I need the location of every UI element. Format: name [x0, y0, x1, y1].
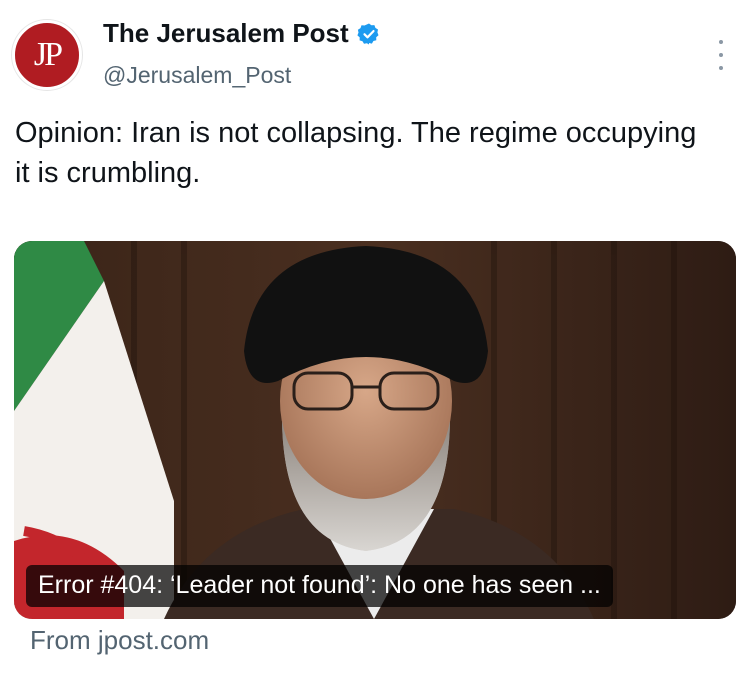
card-caption: Error #404: ‘Leader not found’: No one h…: [26, 565, 613, 607]
author-name[interactable]: The Jerusalem Post: [103, 18, 381, 49]
avatar[interactable]: JP: [12, 20, 82, 90]
avatar-initials: JP: [33, 36, 63, 73]
link-card[interactable]: Error #404: ‘Leader not found’: No one h…: [14, 241, 736, 619]
tweet: JP The Jerusalem Post @Jerusalem_Post Op…: [0, 0, 756, 677]
verified-badge-icon: [357, 23, 379, 44]
card-image: [14, 241, 736, 619]
author-handle[interactable]: @Jerusalem_Post: [103, 62, 291, 89]
author-name-text: The Jerusalem Post: [103, 18, 349, 48]
more-options-icon[interactable]: [716, 40, 726, 70]
card-source[interactable]: From jpost.com: [30, 625, 209, 656]
tweet-text: Opinion: Iran is not collapsing. The reg…: [15, 117, 697, 189]
